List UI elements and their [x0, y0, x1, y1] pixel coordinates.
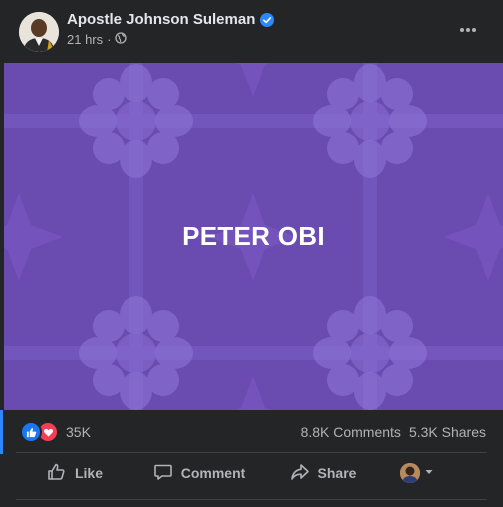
thumbs-up-icon [47, 462, 67, 485]
author-avatar[interactable] [19, 12, 59, 52]
post-image-text: PETER OBI [182, 221, 325, 251]
comment-label: Comment [180, 465, 246, 481]
focus-accent-bar [0, 410, 3, 454]
comment-button[interactable]: Comment [134, 456, 264, 490]
comments-count[interactable]: 8.8K Comments [301, 424, 401, 440]
react-as-selector[interactable] [400, 463, 434, 483]
meta-separator: · [107, 32, 112, 47]
share-button[interactable]: Share [264, 456, 382, 490]
post-card: Apostle Johnson Suleman 21 hrs · PETER O… [0, 0, 503, 507]
comment-icon [153, 462, 173, 485]
stats-divider [16, 452, 487, 453]
shares-count[interactable]: 5.3K Shares [409, 424, 486, 440]
reaction-count[interactable]: 35K [66, 424, 91, 440]
author-name[interactable]: Apostle Johnson Suleman [67, 11, 275, 28]
chevron-down-icon [424, 464, 434, 482]
share-label: Share [317, 465, 357, 481]
globe-icon[interactable] [115, 32, 128, 47]
action-bar: Like Comment Share [16, 456, 487, 490]
post-meta: 21 hrs · [67, 32, 128, 47]
user-avatar [400, 463, 420, 483]
like-button[interactable]: Like [16, 456, 134, 490]
post-header: Apostle Johnson Suleman 21 hrs · [0, 0, 503, 62]
post-time[interactable]: 21 hrs [67, 32, 103, 47]
more-options-icon[interactable] [459, 21, 477, 39]
actions-divider [16, 499, 487, 500]
post-image[interactable]: PETER OBI [4, 63, 503, 410]
author-name-text[interactable]: Apostle Johnson Suleman [67, 11, 255, 28]
like-icon [20, 421, 42, 443]
post-stats: 8.8K Comments 5.3K Shares [301, 424, 486, 440]
share-arrow-icon [290, 462, 310, 485]
verified-badge-icon [260, 12, 275, 27]
like-label: Like [74, 465, 103, 481]
reactions-summary[interactable]: 35K [20, 421, 91, 443]
